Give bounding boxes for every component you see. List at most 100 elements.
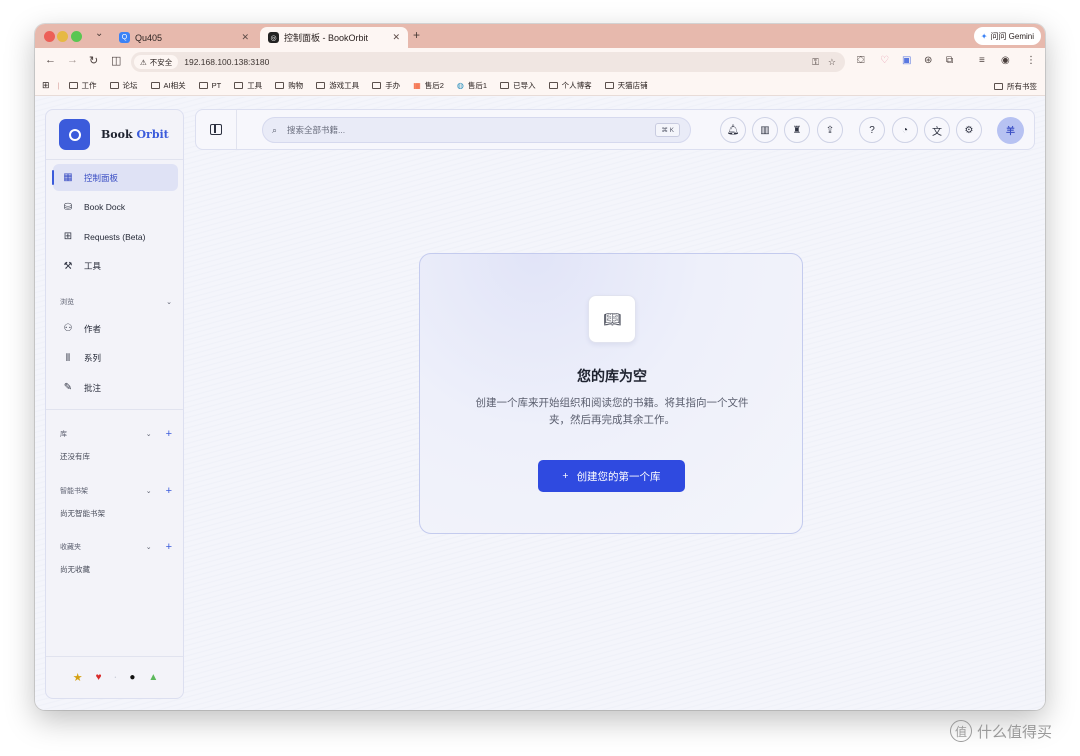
add-library-button[interactable]: + <box>166 428 172 440</box>
settings-gear-icon[interactable]: ⚙ <box>956 117 982 143</box>
chevron-down-icon[interactable]: ⌄ <box>146 430 152 438</box>
microsoft-logo-icon: ▦ <box>413 81 421 90</box>
bookmarks-bar: ⊞ | 工作 论坛 AI相关 PT 工具 购物 游戏工具 手办 ▦ 售后2 ◍ 售后… <box>35 76 1045 96</box>
brand-header[interactable]: Book Orbit <box>46 110 183 160</box>
apple-icon[interactable]: ● <box>129 672 135 683</box>
chevron-down-icon[interactable]: ⌄ <box>146 543 152 551</box>
star-icon[interactable]: ★ <box>73 671 83 684</box>
app-viewport: Book Orbit ▦ 控制面板 ⛁ Book Dock ⊞ Requests… <box>35 97 1045 710</box>
forward-arrow-icon[interactable]: → <box>67 54 78 66</box>
extension-openai-icon[interactable]: ⊛ <box>924 55 932 66</box>
open-book-icon: 📖︎ <box>588 295 636 343</box>
address-bar[interactable]: ⚠ 不安全 192.168.100.138:3180 ⚿ ☆ <box>131 52 845 72</box>
password-key-icon[interactable]: ⚿ <box>812 57 819 68</box>
all-bookmarks-folder[interactable]: 所有书签 <box>994 81 1037 92</box>
annotate-icon: ✎ <box>63 382 73 393</box>
back-arrow-icon[interactable]: ← <box>45 54 56 66</box>
tab-search-chevron-icon[interactable]: ⌄ <box>95 28 103 39</box>
profile-icon[interactable]: ◉ <box>1001 55 1010 66</box>
bookmark-folder[interactable]: 购物 <box>275 80 303 91</box>
trophy-icon[interactable]: ♜ <box>784 117 810 143</box>
folder-icon <box>275 82 285 89</box>
extension-pink-icon[interactable]: ♡ <box>880 55 889 66</box>
bookmark-folder[interactable]: 工具 <box>234 80 262 91</box>
folder-icon <box>604 82 614 89</box>
search-icon: ⌕ <box>272 124 278 135</box>
bookmark-link[interactable]: ▦ 售后2 <box>413 80 444 91</box>
minimize-window-button[interactable] <box>57 31 68 42</box>
add-smart-shelf-button[interactable]: + <box>166 485 172 497</box>
sidebar-item-requests[interactable]: ⊞ Requests (Beta) <box>53 223 178 250</box>
watermark: 值 什么值得买 <box>950 720 1052 742</box>
gemini-button[interactable]: ✦ 问问 Gemini <box>973 27 1041 45</box>
smart-shelf-section-header[interactable]: 智能书架 ⌄ + <box>60 485 172 497</box>
bookmark-folder[interactable]: 论坛 <box>109 80 138 91</box>
avatar[interactable]: 羊 <box>997 117 1024 144</box>
bookmark-star-icon[interactable]: ☆ <box>828 57 836 68</box>
bookmark-folder[interactable]: 游戏工具 <box>316 80 359 91</box>
sidebar-item-dashboard[interactable]: ▦ 控制面板 <box>52 164 178 191</box>
heart-icon[interactable]: ♥ <box>96 672 102 683</box>
bookmark-folder[interactable]: 个人博客 <box>548 80 592 91</box>
users-icon: ⚇ <box>63 323 73 334</box>
maximize-window-button[interactable] <box>71 31 82 42</box>
android-icon[interactable]: ▲ <box>148 672 158 683</box>
close-window-button[interactable] <box>44 31 55 42</box>
stats-chart-icon[interactable]: ▥ <box>752 117 778 143</box>
apps-grid-icon[interactable]: ⊞ <box>42 80 50 91</box>
search-shortcut-badge: ⌘ K <box>655 123 680 137</box>
create-first-library-button[interactable]: + 创建您的第一个库 <box>538 460 685 492</box>
extensions-puzzle-icon[interactable]: ⧉ <box>946 55 953 66</box>
plus-icon: + <box>562 470 569 482</box>
sidebar-item-annotations[interactable]: ✎ 批注 <box>53 374 178 401</box>
sidebar-item-authors[interactable]: ⚇ 作者 <box>53 315 178 342</box>
add-favorite-button[interactable]: + <box>166 541 172 553</box>
menu-kebab-icon[interactable]: ⋮ <box>1026 55 1036 66</box>
bookmark-link[interactable]: ◍ 售后1 <box>457 80 487 91</box>
tab-qu405[interactable]: Q Qu405 ✕ <box>111 27 257 48</box>
browse-nav: ⚇ 作者 ⫴ 系列 ✎ 批注 <box>46 315 183 404</box>
library-section-header[interactable]: 库 ⌄ + <box>60 428 172 440</box>
extension-blue-icon[interactable]: ▣ <box>902 55 911 66</box>
top-bar: ⌕ 搜索全部书籍... ⌘ K 🔔︎ ▥ ♜ ⇪ ? ◔ 文 ⚙ 羊 <box>195 109 1035 150</box>
bookmark-folder[interactable]: 天猫店铺 <box>604 80 648 91</box>
folder-icon <box>994 83 1003 90</box>
upload-icon[interactable]: ⇪ <box>817 117 843 143</box>
notifications-bell-icon[interactable]: 🔔︎ <box>720 117 746 143</box>
url-text[interactable]: 192.168.100.138:3180 <box>184 57 812 67</box>
folder-icon <box>316 82 326 89</box>
help-icon[interactable]: ? <box>859 117 885 143</box>
chevron-down-icon[interactable]: ⌄ <box>146 487 152 495</box>
dot-separator: • <box>114 674 117 681</box>
sidebar-toggle-button[interactable] <box>196 110 237 149</box>
reload-icon[interactable]: ↻ <box>89 54 98 67</box>
requests-icon: ⊞ <box>63 231 73 242</box>
sidebar-panel-icon <box>210 124 222 135</box>
chevron-down-icon[interactable]: ⌄ <box>166 298 172 306</box>
palette-icon[interactable]: ◔ <box>892 117 918 143</box>
extension-icon[interactable]: ⛋ <box>857 55 865 66</box>
dock-icon: ⛁ <box>63 201 73 213</box>
browser-toolbar: ← → ↻ ◫ ⚠ 不安全 192.168.100.138:3180 ⚿ ☆ ⛋… <box>35 48 1045 76</box>
reading-list-icon[interactable]: ≡ <box>979 55 985 66</box>
tab-bookorbit[interactable]: ◎ 控制面板 - BookOrbit ✕ <box>260 27 408 48</box>
new-tab-button[interactable]: + <box>413 28 420 42</box>
sidebar-item-book-dock[interactable]: ⛁ Book Dock <box>53 194 178 221</box>
bookmark-folder[interactable]: AI相关 <box>150 80 186 91</box>
bookmark-folder[interactable]: PT <box>198 81 221 90</box>
translate-icon[interactable]: 文 <box>924 117 950 143</box>
sidebar-item-series[interactable]: ⫴ 系列 <box>53 345 178 372</box>
not-secure-badge[interactable]: ⚠ 不安全 <box>134 55 179 69</box>
empty-library-card: 📖︎ 您的库为空 创建一个库来开始组织和阅读您的书籍。将其指向一个文件夹，然后再… <box>419 253 803 534</box>
bookmark-folder[interactable]: 工作 <box>68 80 97 91</box>
favorites-section-header[interactable]: 收藏夹 ⌄ + <box>60 541 172 553</box>
close-tab-icon[interactable]: ✕ <box>241 32 249 43</box>
folder-icon <box>500 82 510 89</box>
side-panel-icon[interactable]: ◫ <box>111 54 121 67</box>
sidebar-item-tools[interactable]: ⚒ 工具 <box>53 253 178 280</box>
browse-section-header[interactable]: 浏览 ⌄ <box>60 297 172 307</box>
close-tab-icon[interactable]: ✕ <box>392 32 400 43</box>
bookmark-folder[interactable]: 已导入 <box>500 80 536 91</box>
search-input[interactable]: ⌕ 搜索全部书籍... ⌘ K <box>262 117 691 143</box>
bookmark-folder[interactable]: 手办 <box>372 80 400 91</box>
